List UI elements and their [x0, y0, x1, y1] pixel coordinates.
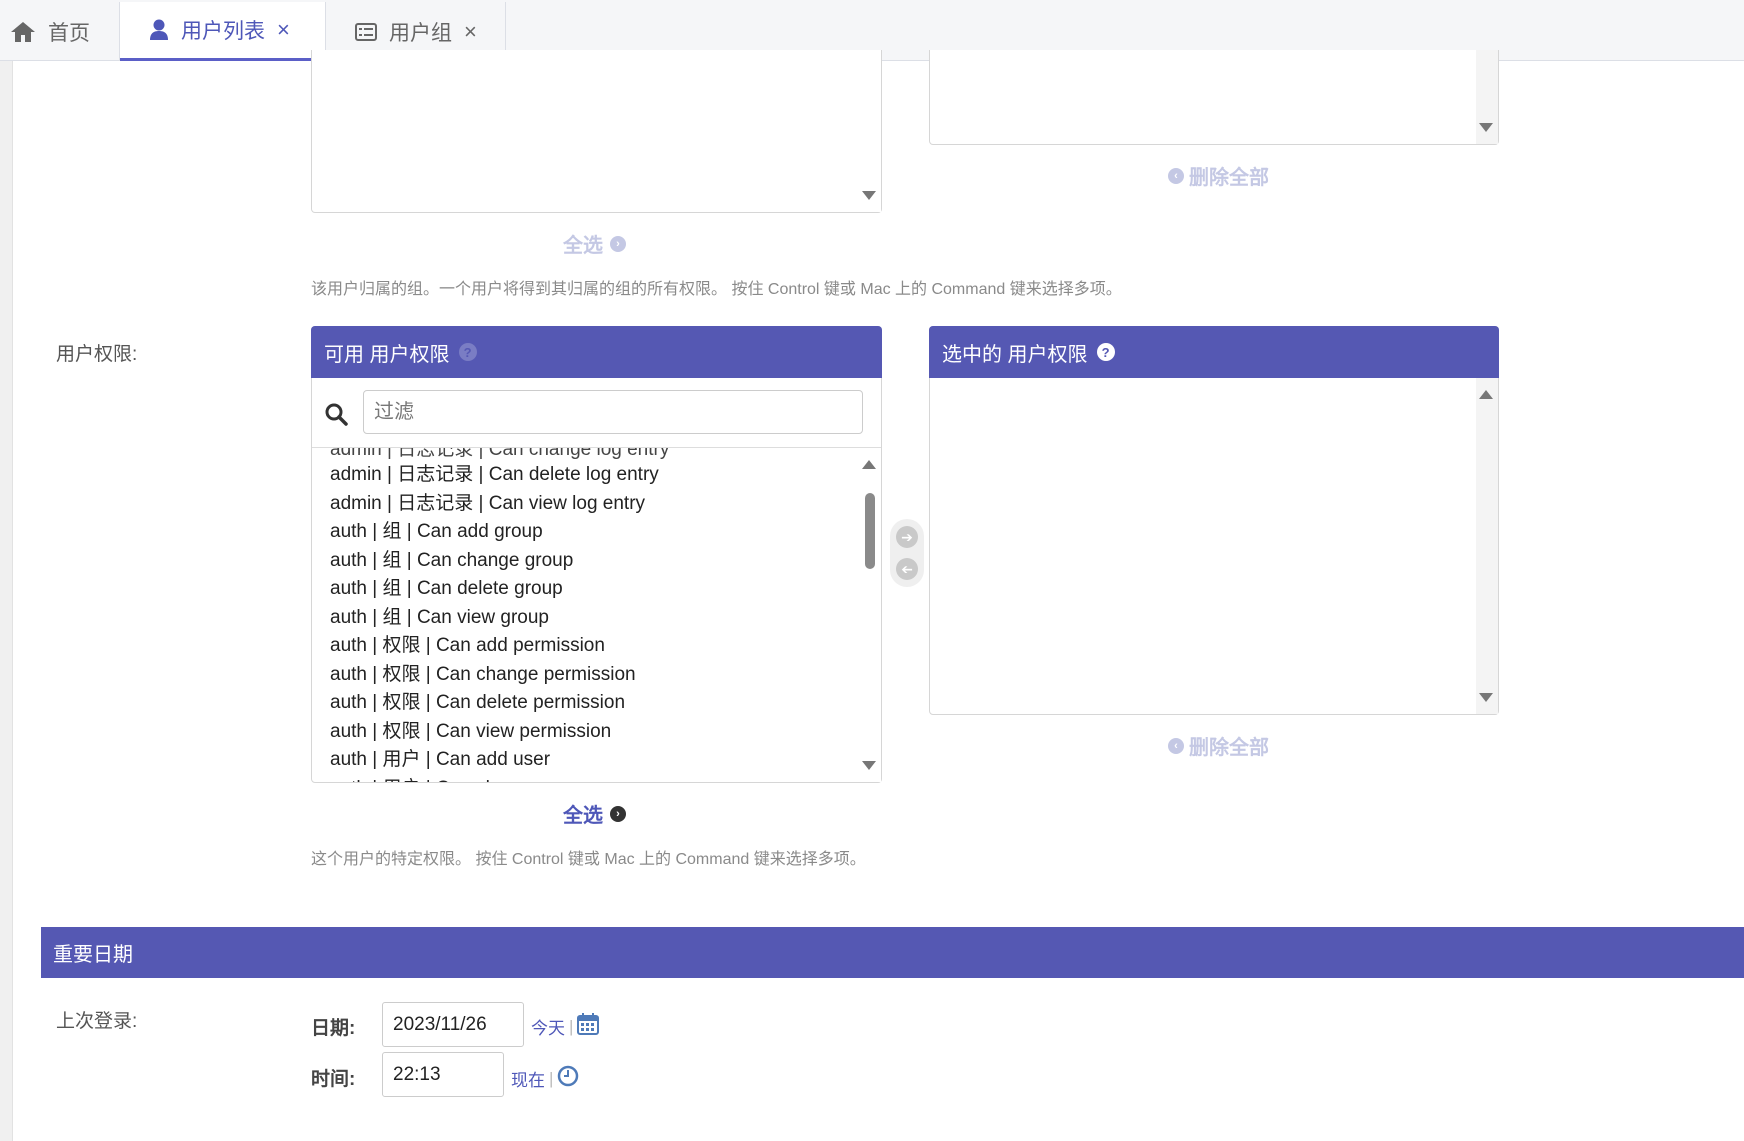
- chevron-right-circle-icon: ›: [610, 235, 626, 252]
- help-icon[interactable]: ?: [458, 343, 477, 361]
- permissions-field-label: 用户权限:: [56, 344, 138, 365]
- tab-home[interactable]: 首页: [0, 2, 120, 61]
- list-item[interactable]: auth | 用户 | Can change user: [330, 773, 581, 782]
- help-icon[interactable]: ?: [1096, 343, 1115, 361]
- permissions-remove-all-link[interactable]: ‹ 删除全部: [1168, 731, 1269, 760]
- last-login-label: 上次登录:: [56, 1011, 138, 1032]
- move-left-arrow-icon[interactable]: ➔: [896, 558, 918, 580]
- home-icon: [10, 21, 36, 43]
- user-icon: [149, 19, 169, 41]
- scroll-down-arrow-icon[interactable]: [1479, 693, 1493, 702]
- scroll-down-arrow-icon[interactable]: [862, 761, 876, 770]
- time-label: 时间:: [311, 1069, 356, 1090]
- groups-remove-all-link[interactable]: ‹ 删除全部: [1168, 161, 1269, 190]
- chosen-permissions-list[interactable]: [930, 378, 1498, 714]
- scroll-down-arrow-icon[interactable]: [862, 191, 876, 200]
- list-item[interactable]: auth | 权限 | Can delete permission: [330, 687, 625, 714]
- scrollbar[interactable]: [1476, 50, 1498, 144]
- available-groups-select[interactable]: [311, 50, 882, 213]
- scrollbar[interactable]: [859, 50, 881, 212]
- time-shortcuts: 现在 |: [511, 1065, 579, 1092]
- remove-all-label: 删除全部: [1189, 737, 1269, 759]
- chosen-permissions-header: 选中的 用户权限 ?: [929, 326, 1499, 378]
- section-title: 重要日期: [53, 944, 133, 966]
- available-permissions-header: 可用 用户权限 ?: [311, 326, 882, 378]
- select-all-label: 全选: [563, 805, 603, 827]
- list-item[interactable]: auth | 权限 | Can view permission: [330, 716, 611, 743]
- permissions-help-text: 这个用户的特定权限。 按住 Control 键或 Mac 上的 Command …: [311, 851, 866, 868]
- search-icon: [324, 402, 348, 431]
- chosen-groups-select[interactable]: [929, 50, 1499, 145]
- important-dates-header: 重要日期: [41, 927, 1744, 978]
- scroll-up-arrow-icon[interactable]: [862, 460, 876, 469]
- list-item[interactable]: auth | 组 | Can view group: [330, 602, 549, 629]
- close-icon[interactable]: ×: [464, 19, 477, 45]
- chevron-left-circle-icon: ‹: [1168, 167, 1184, 184]
- tab-label: 用户列表: [181, 20, 265, 43]
- permissions-select-all-link[interactable]: 全选 ›: [563, 799, 626, 828]
- tab-label: 用户组: [389, 21, 452, 45]
- list-item[interactable]: auth | 权限 | Can change permission: [330, 659, 636, 686]
- tab-label: 首页: [48, 21, 90, 45]
- table-list-icon: [355, 22, 377, 42]
- list-item[interactable]: auth | 组 | Can add group: [330, 516, 543, 543]
- scrollbar[interactable]: [859, 448, 881, 782]
- chevron-left-circle-icon: ‹: [1168, 737, 1184, 754]
- chosen-permissions-title: 选中的 用户权限: [942, 343, 1088, 366]
- today-link[interactable]: 今天: [531, 1014, 565, 1039]
- calendar-icon[interactable]: [577, 1013, 600, 1040]
- date-input[interactable]: 2023/11/26: [382, 1002, 524, 1047]
- clock-icon[interactable]: [557, 1065, 579, 1092]
- close-icon[interactable]: ×: [277, 17, 290, 43]
- now-link[interactable]: 现在: [511, 1066, 545, 1091]
- list-item[interactable]: admin | 日志记录 | Can view log entry: [330, 488, 645, 515]
- groups-select-all-link[interactable]: 全选 ›: [563, 229, 626, 258]
- scrollbar-thumb[interactable]: [865, 493, 875, 569]
- scrollbar[interactable]: [1476, 378, 1498, 714]
- select-all-label: 全选: [563, 235, 603, 257]
- date-label: 日期:: [311, 1018, 356, 1039]
- groups-help-text: 该用户归属的组。一个用户将得到其归属的组的所有权限。 按住 Control 键或…: [311, 281, 1122, 298]
- selector-move-buttons: ➔ ➔: [890, 519, 924, 587]
- remove-all-label: 删除全部: [1189, 167, 1269, 189]
- scroll-down-arrow-icon[interactable]: [1479, 123, 1493, 132]
- list-item[interactable]: auth | 权限 | Can add permission: [330, 630, 605, 657]
- date-shortcuts: 今天 |: [531, 1013, 600, 1040]
- tab-user-list[interactable]: 用户列表 ×: [120, 2, 326, 61]
- available-permissions-list[interactable]: admin | 日志记录 | Can change log entry admi…: [312, 448, 881, 782]
- available-permissions-title: 可用 用户权限: [324, 343, 450, 366]
- list-item[interactable]: auth | 组 | Can delete group: [330, 573, 563, 600]
- left-sidebar-edge: [0, 61, 13, 1141]
- list-item[interactable]: auth | 用户 | Can add user: [330, 744, 550, 771]
- filter-row: [312, 378, 881, 448]
- move-right-arrow-icon[interactable]: ➔: [896, 526, 918, 548]
- list-item[interactable]: auth | 组 | Can change group: [330, 545, 573, 572]
- time-input[interactable]: 22:13: [382, 1052, 504, 1097]
- scroll-up-arrow-icon[interactable]: [1479, 390, 1493, 399]
- list-item[interactable]: admin | 日志记录 | Can delete log entry: [330, 459, 659, 486]
- separator: |: [549, 1068, 554, 1088]
- separator: |: [569, 1016, 574, 1036]
- chevron-right-circle-icon: ›: [610, 805, 626, 822]
- filter-input[interactable]: [363, 390, 863, 434]
